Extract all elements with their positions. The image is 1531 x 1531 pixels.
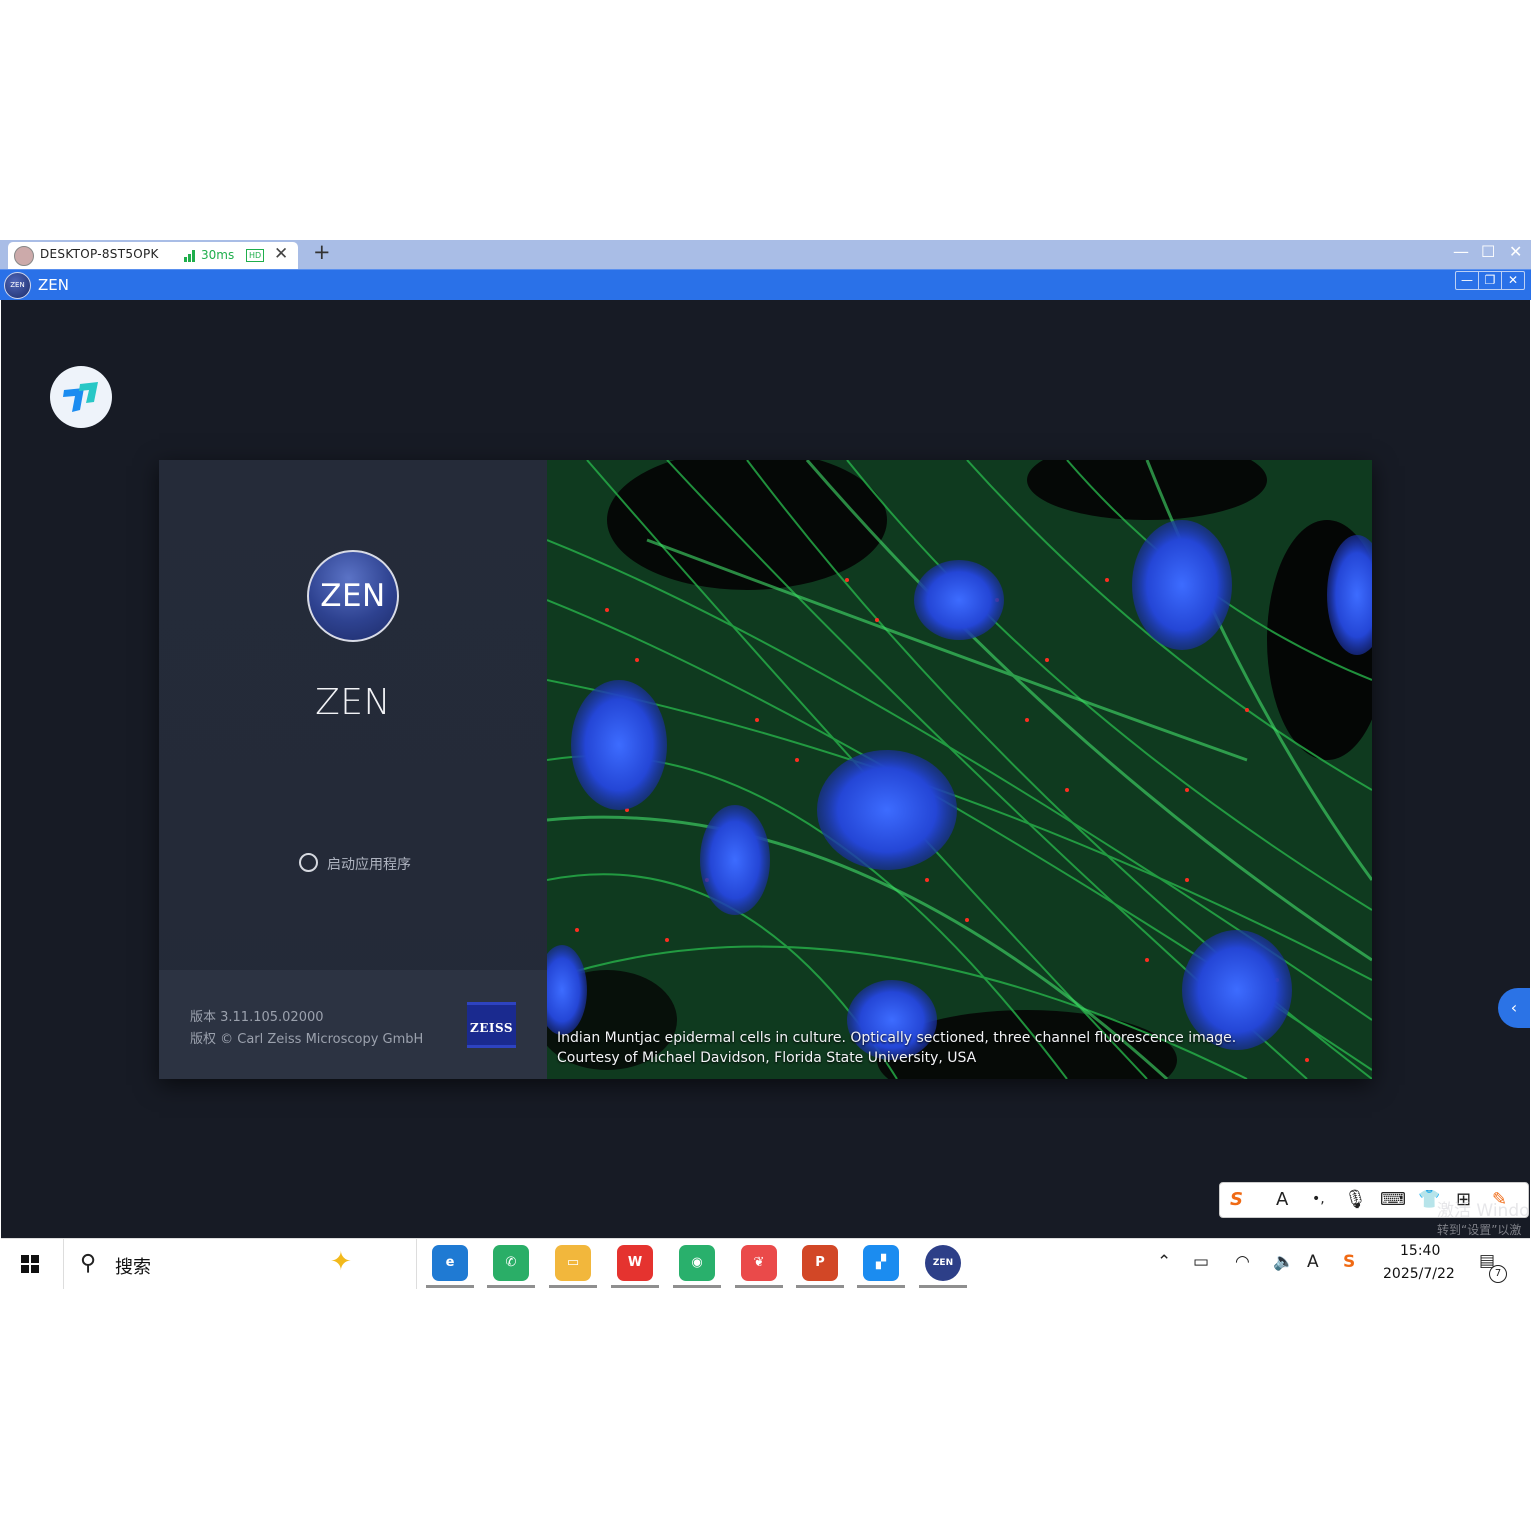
taskbar-app-running-indicator <box>611 1285 659 1288</box>
taskbar-app-running-indicator <box>487 1285 535 1288</box>
screen: DESKTOP-8ST5OPK 30ms HD ✕ + — ☐ ✕ ZEN ZE… <box>0 0 1531 1531</box>
taskbar-app-running-indicator <box>919 1285 967 1288</box>
window-title-bar: ZEN ZEN — ❐ ✕ <box>0 269 1531 300</box>
taskbar-app-running-indicator <box>796 1285 844 1288</box>
copyright-text: 版权 © Carl Zeiss Microscopy GmbH <box>190 1032 424 1047</box>
cells-image <box>547 460 1372 1079</box>
hd-badge[interactable]: HD <box>246 249 265 262</box>
todesk-float-icon[interactable] <box>50 366 112 428</box>
signal-icon <box>184 250 198 262</box>
windows-start-icon[interactable] <box>21 1255 39 1273</box>
copilot-sparkle-icon[interactable]: ✦ <box>330 1247 352 1277</box>
clock-date[interactable]: 2025/7/22 <box>1383 1266 1455 1282</box>
wifi-icon[interactable]: ◠ <box>1235 1252 1250 1272</box>
watermark-line-2: 转到“设置”以激 <box>1437 1223 1522 1237</box>
taskbar-app-wps[interactable]: W <box>617 1245 653 1281</box>
taskbar-search[interactable]: ⚲ 搜索 ✦ <box>63 1239 417 1289</box>
splash-footer: 版本 3.11.105.02000 版权 © Carl Zeiss Micros… <box>159 970 547 1079</box>
window-title: ZEN <box>38 276 69 294</box>
zen-app-icon: ZEN <box>4 272 31 299</box>
window-close-button[interactable]: ✕ <box>1502 272 1524 289</box>
ime-keyboard-icon[interactable]: ⌨ <box>1380 1189 1406 1210</box>
avatar <box>14 246 34 266</box>
loading-spinner-icon <box>299 853 318 872</box>
taskbar-app-edge[interactable]: e <box>432 1245 468 1281</box>
app-name: ZEN <box>315 682 391 723</box>
remote-close-button[interactable]: ✕ <box>1509 242 1522 261</box>
remote-maximize-button[interactable]: ☐ <box>1481 242 1495 261</box>
taskbar-app-running-indicator <box>549 1285 597 1288</box>
notification-count: 7 <box>1489 1265 1507 1283</box>
tray-overflow-chevron-icon[interactable]: ⌃ <box>1157 1252 1171 1272</box>
image-caption: Indian Muntjac epidermal cells in cultur… <box>557 1028 1236 1068</box>
taskbar-app-running-indicator <box>857 1285 905 1288</box>
zen-logo: ZEN <box>307 550 399 642</box>
remote-host-name: DESKTOP-8ST5OPK <box>40 247 159 261</box>
taskbar-app-running-indicator <box>426 1285 474 1288</box>
remote-desktop-area: ZEN ZEN 启动应用程序 版本 3.11.105.02000 版权 © Ca… <box>1 300 1530 1238</box>
loading-status: 启动应用程序 <box>327 857 411 873</box>
battery-icon[interactable]: ▭ <box>1193 1252 1209 1272</box>
clock-time[interactable]: 15:40 <box>1400 1243 1440 1259</box>
ime-punctuation-icon[interactable]: •, <box>1312 1191 1325 1207</box>
remote-desktop-tabbar: DESKTOP-8ST5OPK 30ms HD ✕ + — ☐ ✕ <box>0 240 1531 269</box>
taskbar: ⚲ 搜索 ✦ e ✆ ▭ W ◉ ❦ P ▞ ZEN ⌃ ▭ ◠ 🔈 A S 15:40 202… <box>1 1238 1530 1289</box>
caption-line-2: Courtesy of Michael Davidson, Florida St… <box>557 1050 977 1066</box>
taskbar-app-running-indicator <box>735 1285 783 1288</box>
taskbar-app-zen[interactable]: ZEN <box>925 1245 961 1281</box>
taskbar-app-todesk[interactable]: ▞ <box>863 1245 899 1281</box>
taskbar-app-wechat[interactable]: ✆ <box>493 1245 529 1281</box>
taskbar-app-heart-app[interactable]: ❦ <box>741 1245 777 1281</box>
sogou-tray-icon[interactable]: S <box>1343 1252 1355 1272</box>
taskbar-app-powerpoint[interactable]: P <box>802 1245 838 1281</box>
search-input[interactable]: 搜索 <box>115 1253 151 1279</box>
ping-latency: 30ms <box>201 248 235 262</box>
zen-splash-screen: ZEN ZEN 启动应用程序 版本 3.11.105.02000 版权 © Ca… <box>159 460 1372 1079</box>
activation-watermark: 激活 Windo 转到“设置”以激 <box>1437 1196 1530 1238</box>
taskbar-app-explorer[interactable]: ▭ <box>555 1245 591 1281</box>
remote-tab[interactable]: DESKTOP-8ST5OPK 30ms HD ✕ <box>8 242 298 269</box>
taskbar-app-running-indicator <box>673 1285 721 1288</box>
new-tab-button[interactable]: + <box>313 240 331 264</box>
window-minimize-button[interactable]: — <box>1456 272 1479 289</box>
search-icon: ⚲ <box>80 1251 97 1276</box>
zeiss-logo: ZEISS <box>467 1002 516 1048</box>
taskbar-app-dolphin[interactable]: ◉ <box>679 1245 715 1281</box>
caption-line-1: Indian Muntjac epidermal cells in cultur… <box>557 1030 1237 1046</box>
remote-minimize-button[interactable]: — <box>1453 242 1469 261</box>
ime-mic-icon[interactable]: 🎙 <box>1344 1189 1367 1210</box>
ime-font-icon[interactable]: A <box>1276 1189 1288 1210</box>
window-controls: — ❐ ✕ <box>1455 271 1525 290</box>
input-method-icon[interactable]: A <box>1307 1252 1319 1272</box>
window-restore-button[interactable]: ❐ <box>1479 272 1502 289</box>
sogou-logo-icon[interactable]: S <box>1230 1189 1243 1210</box>
volume-icon[interactable]: 🔈 <box>1273 1252 1294 1272</box>
watermark-line-1: 激活 Windo <box>1437 1201 1530 1221</box>
version-text: 版本 3.11.105.02000 <box>190 1010 324 1025</box>
tab-close-button[interactable]: ✕ <box>274 244 288 264</box>
fluorescence-image: Indian Muntjac epidermal cells in cultur… <box>547 460 1372 1079</box>
splash-info-panel: ZEN ZEN 启动应用程序 版本 3.11.105.02000 版权 © Ca… <box>159 460 547 1079</box>
side-panel-toggle[interactable]: ‹ <box>1498 988 1530 1028</box>
